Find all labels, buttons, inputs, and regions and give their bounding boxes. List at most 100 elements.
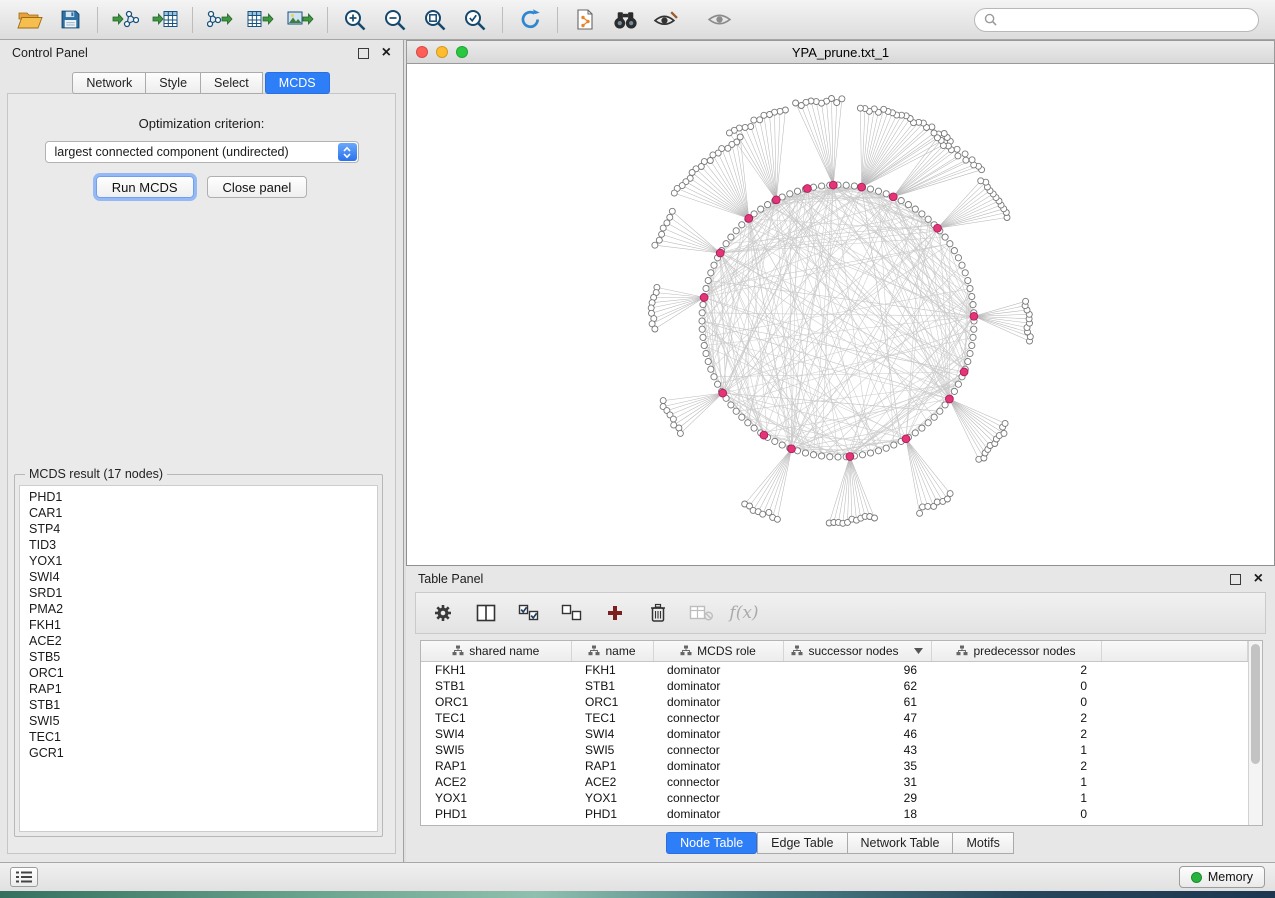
table-cell: SWI4: [421, 726, 571, 742]
mcds-result-item[interactable]: GCR1: [20, 745, 377, 761]
search-input[interactable]: [1003, 13, 1249, 27]
mcds-result-item[interactable]: TID3: [20, 537, 377, 553]
tab-motifs[interactable]: Motifs: [952, 832, 1013, 854]
column-header-filler: [1101, 641, 1248, 661]
import-network-button[interactable]: [105, 4, 145, 36]
mcds-result-item[interactable]: ACE2: [20, 633, 377, 649]
mcds-result-item[interactable]: RAP1: [20, 681, 377, 697]
zoom-fit-icon: [423, 8, 447, 32]
column-header-mcds-role[interactable]: MCDS role: [653, 641, 783, 661]
table-row[interactable]: YOX1YOX1connector291: [421, 790, 1248, 806]
column-header-shared-name[interactable]: shared name: [421, 641, 571, 661]
mcds-result-item[interactable]: PMA2: [20, 601, 377, 617]
first-neighbors-button[interactable]: [605, 4, 645, 36]
tab-style[interactable]: Style: [145, 72, 201, 94]
function-builder-button[interactable]: f(x): [731, 599, 757, 627]
network-graph-svg[interactable]: [407, 64, 1274, 564]
mcds-result-item[interactable]: SWI5: [20, 713, 377, 729]
mcds-result-item[interactable]: YOX1: [20, 553, 377, 569]
mcds-result-item[interactable]: SRD1: [20, 585, 377, 601]
table-cell: YOX1: [571, 790, 653, 806]
import-table-button[interactable]: [145, 4, 185, 36]
column-label: MCDS role: [697, 644, 756, 658]
column-header-name[interactable]: name: [571, 641, 653, 661]
tab-select[interactable]: Select: [200, 72, 263, 94]
tab-network[interactable]: Network: [72, 72, 146, 94]
table-row[interactable]: STB1STB1dominator620: [421, 678, 1248, 694]
search-box[interactable]: [974, 8, 1259, 32]
mcds-result-item[interactable]: SWI4: [20, 569, 377, 585]
table-cell: 18: [783, 806, 931, 822]
apply-layout-button[interactable]: [510, 4, 550, 36]
table-row[interactable]: FKH1FKH1dominator962: [421, 661, 1248, 678]
export-network-button[interactable]: [200, 4, 240, 36]
table-row[interactable]: SWI4SWI4dominator462: [421, 726, 1248, 742]
table-row[interactable]: SWI5SWI5connector431: [421, 742, 1248, 758]
toggle-annotations-button[interactable]: [645, 4, 685, 36]
control-panel-titlebar: Control Panel: [0, 40, 403, 66]
table-row[interactable]: PHD1PHD1dominator180: [421, 806, 1248, 822]
create-column-button[interactable]: [602, 599, 628, 627]
float-control-panel-button[interactable]: [358, 48, 369, 59]
optimization-criterion-select[interactable]: largest connected component (undirected): [45, 141, 359, 163]
column-header-predecessor-nodes[interactable]: predecessor nodes: [931, 641, 1101, 661]
open-folder-icon: [17, 9, 43, 30]
table-row[interactable]: TEC1TEC1connector472: [421, 710, 1248, 726]
scrollbar-thumb[interactable]: [1251, 644, 1260, 764]
toggle-graphics-details-button[interactable]: [699, 4, 739, 36]
table-cell: PHD1: [571, 806, 653, 822]
memory-button[interactable]: Memory: [1179, 866, 1265, 888]
network-file-share-button[interactable]: [565, 4, 605, 36]
mcds-result-item[interactable]: PHD1: [20, 489, 377, 505]
window-close-button[interactable]: [416, 46, 428, 58]
mcds-result-item[interactable]: TEC1: [20, 729, 377, 745]
zoom-out-button[interactable]: [375, 4, 415, 36]
desktop-wallpaper-strip: [0, 891, 1275, 898]
close-control-panel-button[interactable]: [382, 47, 391, 59]
table-cell: TEC1: [571, 710, 653, 726]
document-share-icon: [575, 8, 595, 31]
zoom-selected-button[interactable]: [455, 4, 495, 36]
network-titlebar: YPA_prune.txt_1: [406, 40, 1275, 64]
mcds-result-item[interactable]: STB5: [20, 649, 377, 665]
table-cell: dominator: [653, 694, 783, 710]
tab-node-table[interactable]: Node Table: [666, 832, 757, 854]
mcds-result-item[interactable]: STB1: [20, 697, 377, 713]
zoom-in-button[interactable]: [335, 4, 375, 36]
save-session-button[interactable]: [50, 4, 90, 36]
table-vertical-scrollbar[interactable]: [1248, 641, 1262, 825]
deselect-all-columns-button[interactable]: [559, 599, 585, 627]
mcds-result-item[interactable]: CAR1: [20, 505, 377, 521]
tab-mcds[interactable]: MCDS: [265, 72, 330, 94]
mcds-result-item[interactable]: ORC1: [20, 665, 377, 681]
mcds-result-list[interactable]: PHD1CAR1STP4TID3YOX1SWI4SRD1PMA2FKH1ACE2…: [19, 485, 378, 832]
window-zoom-button[interactable]: [456, 46, 468, 58]
window-minimize-button[interactable]: [436, 46, 448, 58]
toolbar-separator: [192, 7, 193, 33]
zoom-fit-button[interactable]: [415, 4, 455, 36]
select-all-columns-button[interactable]: [516, 599, 542, 627]
delete-table-button[interactable]: [688, 599, 714, 627]
table-row[interactable]: ORC1ORC1dominator610: [421, 694, 1248, 710]
annotations-eye-icon: [653, 10, 678, 29]
mcds-result-item[interactable]: STP4: [20, 521, 377, 537]
column-header-successor-nodes[interactable]: successor nodes: [783, 641, 931, 661]
run-mcds-button[interactable]: Run MCDS: [96, 176, 194, 198]
tab-edge-table[interactable]: Edge Table: [757, 832, 847, 854]
open-session-button[interactable]: [10, 4, 50, 36]
delete-column-button[interactable]: [645, 599, 671, 627]
table-row[interactable]: ACE2ACE2connector311: [421, 774, 1248, 790]
close-table-panel-button[interactable]: [1254, 573, 1263, 585]
table-toolbar: f(x): [415, 592, 1266, 634]
float-table-panel-button[interactable]: [1230, 574, 1241, 585]
show-columns-button[interactable]: [473, 599, 499, 627]
table-settings-button[interactable]: [430, 599, 456, 627]
mcds-result-item[interactable]: FKH1: [20, 617, 377, 633]
export-table-button[interactable]: [240, 4, 280, 36]
network-canvas[interactable]: [406, 64, 1275, 566]
table-panel-mode-button[interactable]: [10, 867, 38, 887]
close-panel-button[interactable]: Close panel: [207, 176, 308, 198]
tab-network-table[interactable]: Network Table: [847, 832, 954, 854]
export-image-button[interactable]: [280, 4, 320, 36]
table-row[interactable]: RAP1RAP1dominator352: [421, 758, 1248, 774]
